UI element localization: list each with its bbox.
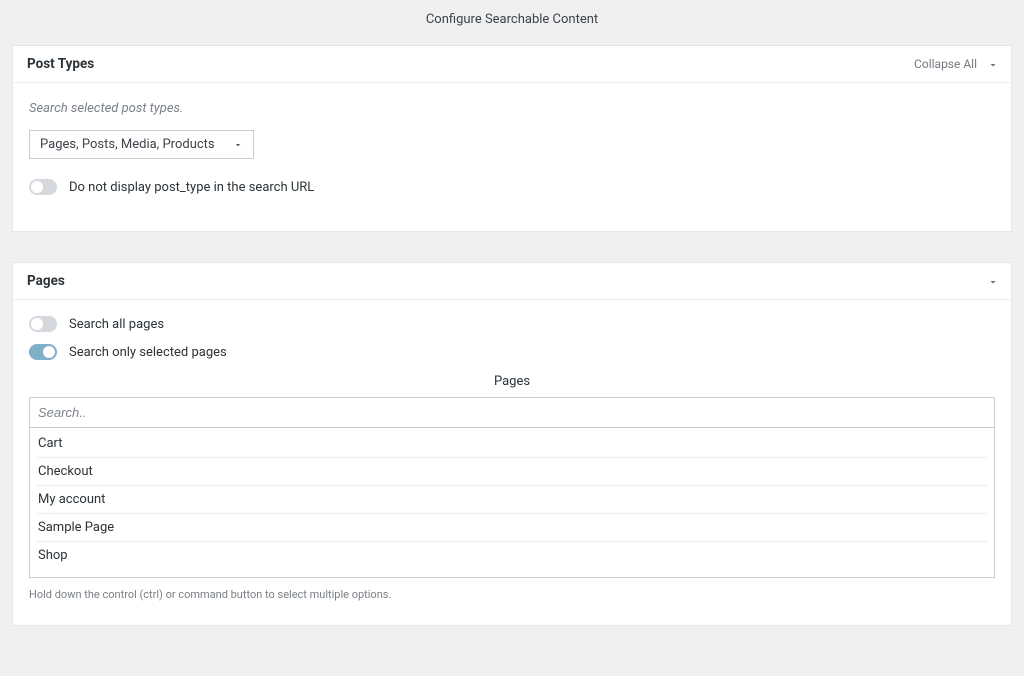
collapse-all-label: Collapse All bbox=[914, 57, 977, 71]
toggle-hide-posttype-url-label: Do not display post_type in the search U… bbox=[69, 180, 314, 195]
post-types-panel: Post Types Collapse All Search selected … bbox=[12, 45, 1012, 232]
toggle-hide-posttype-url: Do not display post_type in the search U… bbox=[29, 179, 995, 195]
post-types-select-value: Pages, Posts, Media, Products bbox=[40, 137, 215, 152]
pages-subtitle: Pages bbox=[29, 374, 995, 389]
post-types-body: Search selected post types. Pages, Posts… bbox=[13, 83, 1011, 231]
toggle-search-all-pages: Search all pages bbox=[29, 316, 995, 332]
toggle-search-all-pages-label: Search all pages bbox=[69, 317, 164, 332]
toggle-hide-posttype-url-switch[interactable] bbox=[29, 179, 57, 195]
toggle-search-all-pages-switch[interactable] bbox=[29, 316, 57, 332]
chevron-down-icon bbox=[987, 276, 997, 286]
post-types-hint: Search selected post types. bbox=[29, 101, 995, 116]
chevron-down-icon bbox=[987, 59, 997, 69]
list-item[interactable]: Cart bbox=[36, 430, 988, 458]
pages-header: Pages bbox=[13, 263, 1011, 300]
toggle-search-selected-pages-label: Search only selected pages bbox=[69, 345, 227, 360]
pages-search-input[interactable] bbox=[29, 397, 995, 428]
list-item[interactable]: Shop bbox=[36, 542, 988, 569]
chevron-down-icon bbox=[233, 140, 243, 150]
page-title: Configure Searchable Content bbox=[12, 12, 1012, 27]
collapse-all-button[interactable]: Collapse All bbox=[914, 57, 997, 71]
post-types-select[interactable]: Pages, Posts, Media, Products bbox=[29, 130, 254, 159]
pages-body: Search all pages Search only selected pa… bbox=[13, 300, 1011, 625]
toggle-search-selected-pages: Search only selected pages bbox=[29, 344, 995, 360]
pages-list: Cart Checkout My account Sample Page Sho… bbox=[29, 428, 995, 578]
pages-title: Pages bbox=[27, 273, 65, 289]
toggle-search-selected-pages-switch[interactable] bbox=[29, 344, 57, 360]
list-item[interactable]: Sample Page bbox=[36, 514, 988, 542]
pages-collapse-button[interactable] bbox=[987, 276, 997, 286]
list-item[interactable]: Checkout bbox=[36, 458, 988, 486]
pages-footer-hint: Hold down the control (ctrl) or command … bbox=[29, 588, 995, 601]
post-types-title: Post Types bbox=[27, 56, 94, 72]
pages-panel: Pages Search all pages Search only selec… bbox=[12, 262, 1012, 626]
list-item[interactable]: My account bbox=[36, 486, 988, 514]
post-types-header: Post Types Collapse All bbox=[13, 46, 1011, 83]
